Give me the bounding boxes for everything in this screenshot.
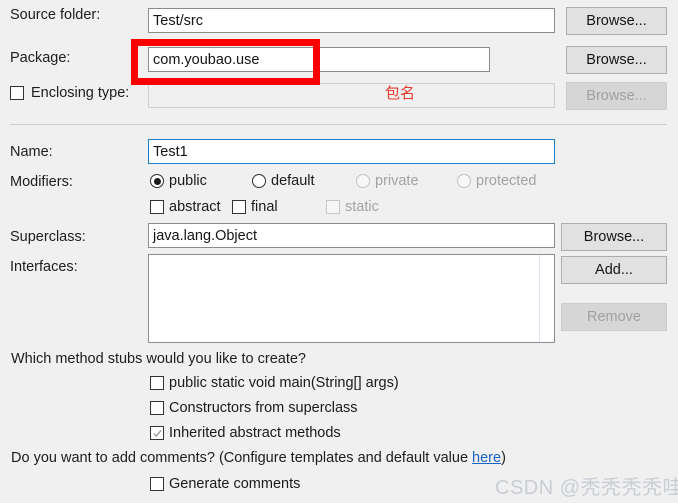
modifier-radio-public[interactable]: public xyxy=(150,173,207,189)
generate-comments-checkbox-row[interactable]: Generate comments xyxy=(150,476,300,492)
source-folder-value: Test/src xyxy=(153,12,203,29)
modifier-radio-protected: protected xyxy=(457,173,536,189)
checkbox-static-icon xyxy=(326,200,340,214)
interfaces-remove-button: Remove xyxy=(561,303,667,331)
section-separator xyxy=(10,124,667,125)
checkbox-abstract-icon xyxy=(150,200,164,214)
package-annotation-note: 包名 xyxy=(385,85,416,102)
comments-question-suffix: ) xyxy=(501,450,506,466)
modifier-radio-protected-label: protected xyxy=(476,173,537,189)
enclosing-type-browse-button: Browse... xyxy=(566,82,667,110)
checkbox-inherited-icon xyxy=(150,426,164,440)
source-folder-browse-button[interactable]: Browse... xyxy=(566,7,667,35)
package-input[interactable]: com.youbao.use xyxy=(148,47,490,72)
enclosing-type-row: Enclosing type: xyxy=(10,86,129,101)
package-browse-button[interactable]: Browse... xyxy=(566,46,667,74)
configure-templates-link[interactable]: here xyxy=(472,450,501,466)
stub-checkbox-main-label: public static void main(String[] args) xyxy=(169,375,399,391)
source-folder-label-wrap: Source folder: xyxy=(10,8,100,23)
modifier-checkbox-final[interactable]: final xyxy=(232,199,278,215)
superclass-value: java.lang.Object xyxy=(153,227,257,244)
modifier-radio-default[interactable]: default xyxy=(252,173,315,189)
modifier-checkbox-abstract-label: abstract xyxy=(169,199,221,215)
checkbox-final-icon xyxy=(232,200,246,214)
modifier-checkbox-static-label: static xyxy=(345,199,379,215)
modifier-radio-private-label: private xyxy=(375,173,419,189)
radio-default-icon xyxy=(252,174,266,188)
enclosing-type-input xyxy=(148,83,555,108)
modifier-radio-private: private xyxy=(356,173,419,189)
source-folder-label: Source folder: xyxy=(10,7,101,23)
checkbox-main-icon xyxy=(150,376,164,390)
checkbox-generate-comments-icon xyxy=(150,477,164,491)
modifier-checkbox-final-label: final xyxy=(251,199,278,215)
interfaces-scrollbar[interactable] xyxy=(539,255,540,342)
modifier-radio-default-label: default xyxy=(271,173,315,189)
comments-question-prefix: Do you want to add comments? (Configure … xyxy=(11,450,473,466)
superclass-label-wrap: Superclass: xyxy=(10,230,86,245)
name-label: Name: xyxy=(10,144,53,160)
name-label-wrap: Name: xyxy=(10,145,53,160)
superclass-label: Superclass: xyxy=(10,229,86,245)
enclosing-type-label: Enclosing type: xyxy=(31,85,130,101)
stub-checkbox-constructors[interactable]: Constructors from superclass xyxy=(150,400,358,416)
modifiers-label-wrap: Modifiers: xyxy=(10,175,73,190)
comments-question: Do you want to add comments? (Configure … xyxy=(11,450,506,466)
radio-private-icon xyxy=(356,174,370,188)
package-value: com.youbao.use xyxy=(153,51,260,68)
method-stubs-question: Which method stubs would you like to cre… xyxy=(11,351,306,367)
modifier-checkbox-abstract[interactable]: abstract xyxy=(150,199,221,215)
name-value: Test1 xyxy=(153,143,188,160)
interfaces-add-button[interactable]: Add... xyxy=(561,256,667,284)
superclass-input[interactable]: java.lang.Object xyxy=(148,223,555,248)
package-label: Package: xyxy=(10,50,71,66)
name-input[interactable]: Test1 xyxy=(148,139,555,164)
stub-checkbox-constructors-label: Constructors from superclass xyxy=(169,400,358,416)
interfaces-label-wrap: Interfaces: xyxy=(10,260,78,275)
checkbox-constructors-icon xyxy=(150,401,164,415)
package-label-wrap: Package: xyxy=(10,51,70,66)
modifiers-label: Modifiers: xyxy=(10,174,73,190)
radio-public-icon xyxy=(150,174,164,188)
stub-checkbox-inherited-label: Inherited abstract methods xyxy=(169,425,341,441)
source-folder-input[interactable]: Test/src xyxy=(148,8,555,33)
stub-checkbox-inherited[interactable]: Inherited abstract methods xyxy=(150,425,341,441)
new-java-class-dialog: Source folder: Test/src Browse... Packag… xyxy=(0,0,678,503)
modifier-checkbox-static: static xyxy=(326,199,379,215)
stub-checkbox-main[interactable]: public static void main(String[] args) xyxy=(150,375,399,391)
modifier-radio-public-label: public xyxy=(169,173,207,189)
csdn-watermark: CSDN @秃秃秃秃哇 xyxy=(495,477,678,499)
interfaces-label: Interfaces: xyxy=(10,259,78,275)
interfaces-listbox[interactable] xyxy=(148,254,555,343)
superclass-browse-button[interactable]: Browse... xyxy=(561,223,667,251)
generate-comments-label: Generate comments xyxy=(169,476,301,492)
checkmark-icon xyxy=(152,429,162,437)
radio-protected-icon xyxy=(457,174,471,188)
enclosing-type-checkbox[interactable] xyxy=(10,86,24,101)
